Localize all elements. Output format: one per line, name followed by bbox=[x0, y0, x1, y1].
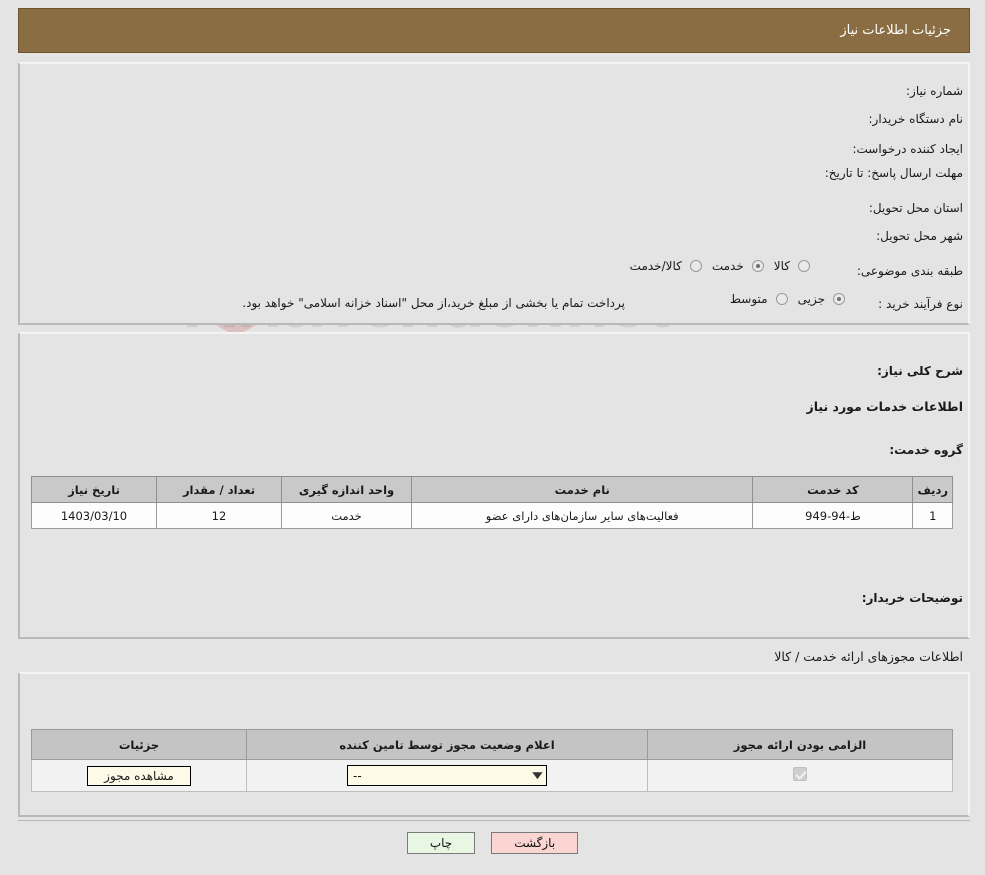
process-radio-group: جزیی متوسط bbox=[720, 292, 845, 306]
footer-actions: بازگشت چاپ bbox=[0, 832, 985, 854]
category-option-kala-khedmat[interactable]: کالا/خدمت bbox=[620, 259, 702, 273]
cell-name: فعالیت‌های سایر سازمان‌های دارای عضو bbox=[410, 502, 754, 529]
need-info-panel bbox=[18, 62, 970, 325]
page-title-bar: جزئیات اطلاعات نیاز bbox=[18, 8, 970, 53]
category-label-khedmat: خدمت bbox=[711, 259, 744, 273]
license-required-checkbox bbox=[793, 767, 807, 781]
license-row: ▼ -- مشاهده مجوز bbox=[31, 759, 953, 792]
col-license-status: اعلام وضعیت مجوز توسط تامین کننده bbox=[246, 729, 648, 760]
category-label: طبقه بندی موضوعی: bbox=[856, 264, 963, 278]
process-label-motavasset: متوسط bbox=[729, 292, 768, 306]
process-option-jozyi[interactable]: جزیی bbox=[788, 292, 845, 306]
category-option-khedmat[interactable]: خدمت bbox=[702, 259, 764, 273]
process-type-label: نوع فرآیند خرید : bbox=[878, 297, 963, 311]
col-quantity: تعداد / مقدار bbox=[156, 476, 282, 503]
process-note: پرداخت تمام یا بخشی از مبلغ خرید،از محل … bbox=[242, 296, 625, 310]
radio-motavasset[interactable] bbox=[775, 293, 788, 305]
license-status-cell: ▼ -- bbox=[246, 759, 648, 792]
process-option-motavasset[interactable]: متوسط bbox=[720, 292, 788, 306]
col-license-details: جزئیات bbox=[31, 729, 247, 760]
col-unit: واحد اندازه گیری bbox=[281, 476, 412, 503]
license-required-cell bbox=[647, 759, 953, 792]
deadline-label: مهلت ارسال پاسخ: تا تاریخ: bbox=[824, 166, 963, 180]
radio-jozyi[interactable] bbox=[833, 293, 845, 305]
cell-code: ط-94-949 bbox=[752, 502, 914, 529]
cell-radif: 1 bbox=[912, 502, 953, 529]
radio-kala[interactable] bbox=[798, 260, 810, 272]
service-group-label: گروه خدمت: bbox=[889, 443, 963, 457]
process-label-jozyi: جزیی bbox=[797, 292, 825, 306]
licenses-section-label: اطلاعات مجوزهای ارائه خدمت / کالا bbox=[774, 649, 963, 664]
buyer-org-label: نام دستگاه خریدار: bbox=[868, 112, 964, 126]
footer-divider bbox=[18, 820, 970, 821]
col-name: نام خدمت bbox=[410, 476, 754, 503]
category-label-kala-khedmat: کالا/خدمت bbox=[629, 259, 682, 273]
col-radif: ردیف bbox=[912, 476, 953, 503]
col-license-required: الزامی بودن ارائه مجوز bbox=[647, 729, 953, 760]
cell-unit: خدمت bbox=[281, 502, 412, 529]
print-button[interactable]: چاپ bbox=[406, 832, 476, 854]
service-table-header-row: ردیف کد خدمت نام خدمت واحد اندازه گیری ت… bbox=[31, 476, 953, 503]
radio-khedmat[interactable] bbox=[751, 260, 764, 272]
delivery-province-label: استان محل تحویل: bbox=[868, 201, 963, 215]
license-status-select[interactable]: ▼ -- bbox=[347, 765, 547, 786]
licenses-header-row: الزامی بودن ارائه مجوز اعلام وضعیت مجوز … bbox=[31, 729, 953, 760]
general-description-label: شرح کلی نیاز: bbox=[877, 364, 963, 378]
back-button[interactable]: بازگشت bbox=[491, 832, 579, 854]
col-code: کد خدمت bbox=[752, 476, 914, 503]
table-row: 1 ط-94-949 فعالیت‌های سایر سازمان‌های دا… bbox=[31, 502, 953, 529]
category-label-kala: کالا bbox=[773, 259, 790, 273]
license-details-cell: مشاهده مجوز bbox=[31, 759, 247, 792]
cell-date: 1403/03/10 bbox=[31, 502, 157, 529]
radio-kala-khedmat[interactable] bbox=[689, 260, 702, 272]
service-table: ردیف کد خدمت نام خدمت واحد اندازه گیری ت… bbox=[31, 476, 953, 529]
page-root: AriaTender.net جزئیات اطلاعات نیاز شماره… bbox=[0, 0, 985, 875]
view-license-button[interactable]: مشاهده مجوز bbox=[87, 765, 191, 786]
chevron-down-icon: ▼ bbox=[532, 770, 543, 781]
buyer-notes-label: توضیحات خریدار: bbox=[861, 591, 963, 605]
services-section-heading: اطلاعات خدمات مورد نیاز bbox=[806, 399, 964, 414]
category-option-kala[interactable]: کالا bbox=[764, 259, 810, 273]
delivery-city-label: شهر محل تحویل: bbox=[876, 229, 963, 243]
licenses-table: الزامی بودن ارائه مجوز اعلام وضعیت مجوز … bbox=[31, 729, 953, 792]
cell-quantity: 12 bbox=[156, 502, 282, 529]
license-status-value: -- bbox=[353, 768, 362, 783]
category-radio-group: کالا خدمت کالا/خدمت bbox=[620, 259, 810, 273]
requester-label: ایجاد کننده درخواست: bbox=[852, 142, 963, 156]
col-date: تاریخ نیاز bbox=[31, 476, 157, 503]
need-number-label: شماره نیاز: bbox=[906, 84, 963, 98]
page-title: جزئیات اطلاعات نیاز bbox=[840, 23, 951, 38]
